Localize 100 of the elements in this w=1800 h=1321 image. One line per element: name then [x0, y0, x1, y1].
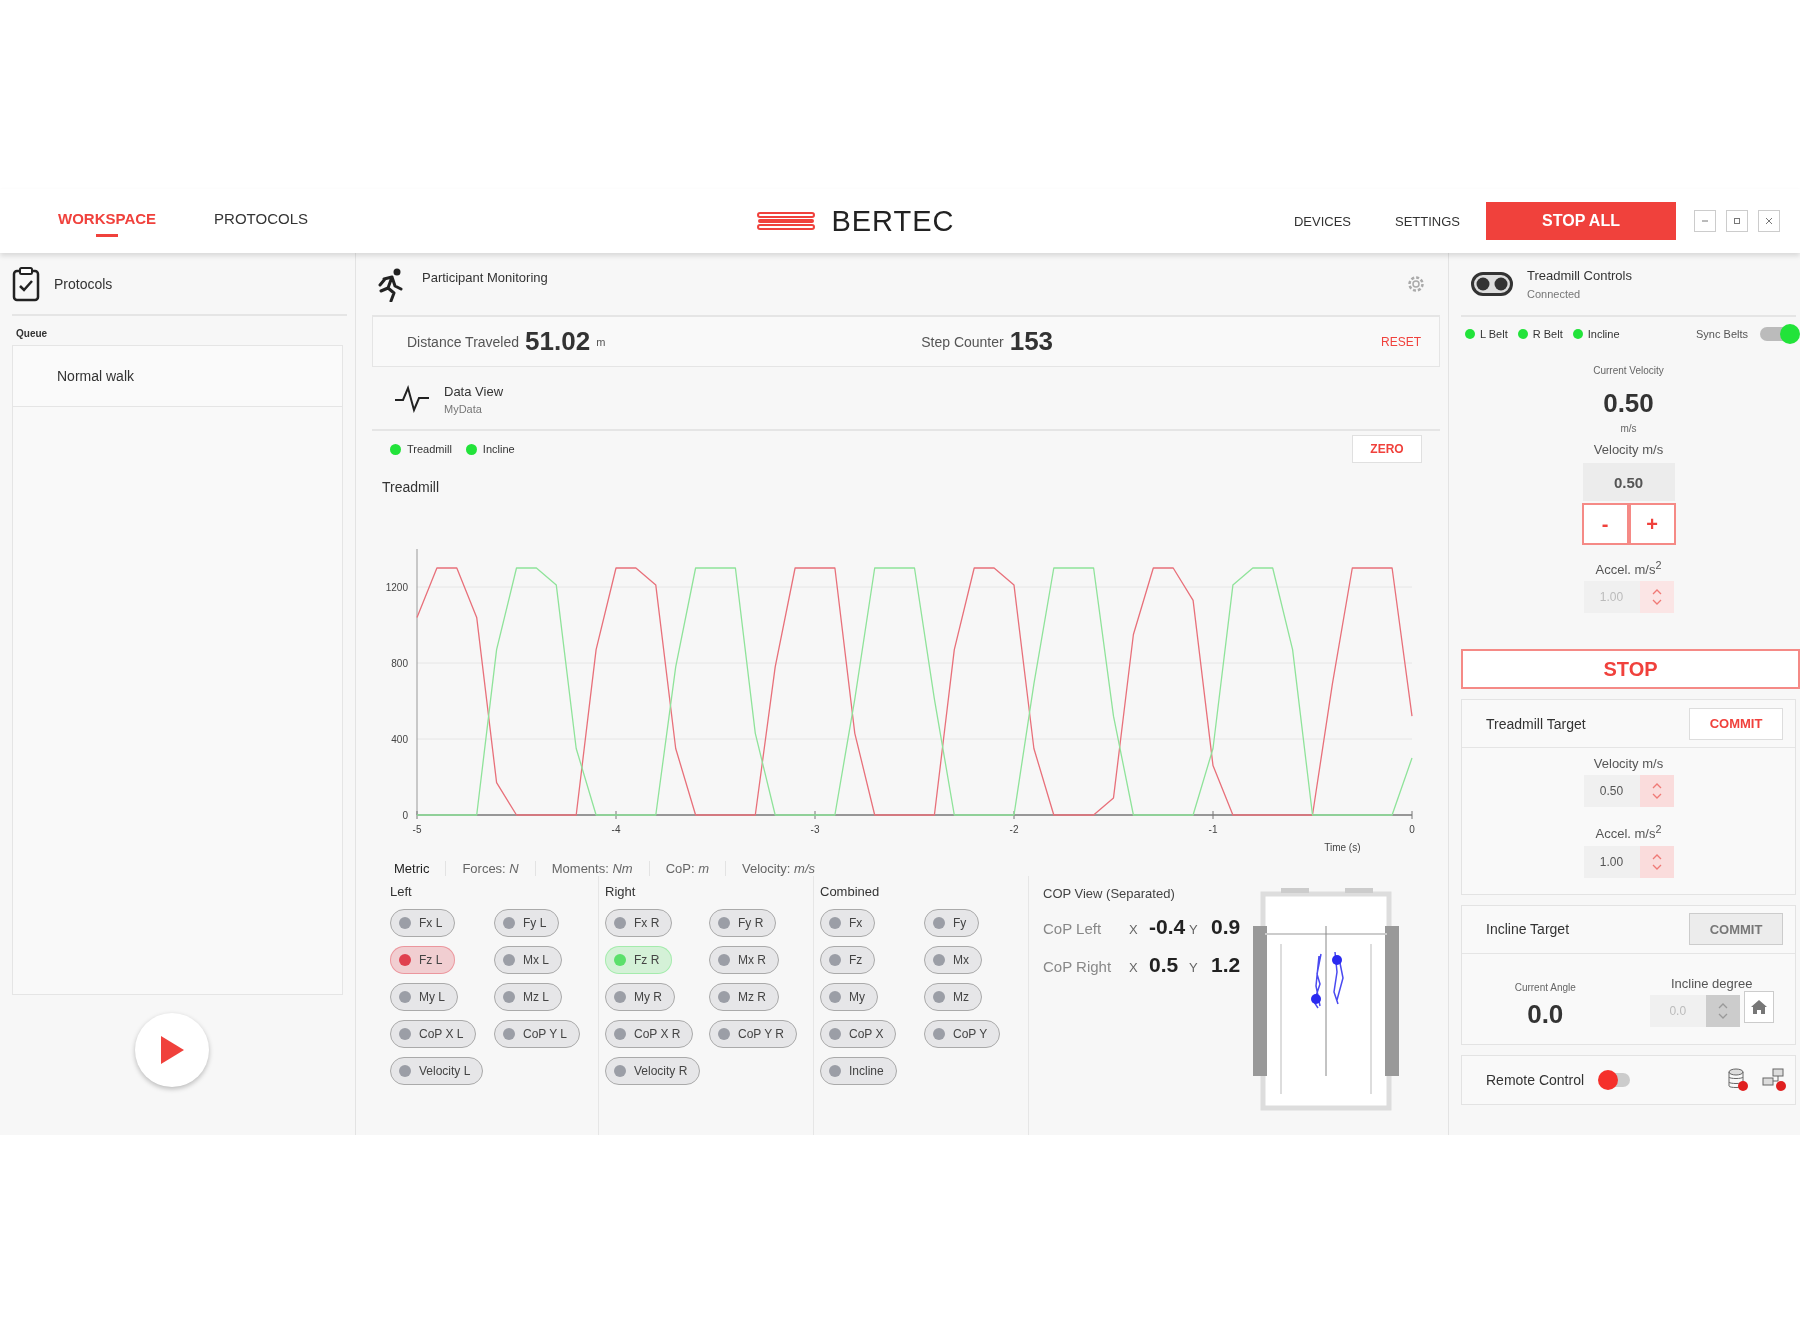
- panel-title: Protocols: [54, 275, 113, 292]
- metric-toggle[interactable]: Fx L: [390, 909, 456, 937]
- status-label: R Belt: [1532, 328, 1563, 340]
- network-icon: [1761, 1067, 1787, 1092]
- axis-label: X: [1129, 960, 1139, 975]
- nav-tab[interactable]: WORKSPACE: [52, 205, 163, 237]
- pulse-icon: [394, 383, 430, 413]
- cop-value: 0.5: [1149, 953, 1180, 977]
- axis-label: Y: [1189, 922, 1199, 937]
- status-label: Treadmill: [407, 443, 452, 455]
- status-label: Incline: [1587, 328, 1620, 340]
- field-label: Incline degree: [1670, 975, 1753, 991]
- step-counter-label: Step Counter: [921, 333, 1004, 350]
- metric-toggle[interactable]: My R: [605, 983, 675, 1011]
- panel-title: Treadmill Controls: [1527, 268, 1632, 283]
- clipboard-check-icon: [12, 265, 40, 302]
- increase-button[interactable]: +: [1628, 503, 1676, 545]
- settings-icon[interactable]: [1406, 274, 1426, 294]
- metric-toggle[interactable]: Fz R: [605, 946, 673, 974]
- panel-title: Participant Monitoring: [422, 270, 548, 285]
- minimize-button[interactable]: [1694, 210, 1716, 232]
- home-button[interactable]: [1743, 990, 1774, 1023]
- x-tick-label: -2: [1009, 824, 1019, 835]
- unit-label: m/s: [1620, 423, 1637, 434]
- velocity-field[interactable]: 0.50: [1582, 463, 1675, 501]
- remote-control-label: Remote Control: [1486, 1071, 1585, 1088]
- x-tick-label: -1: [1208, 824, 1218, 835]
- metric-toggle[interactable]: My L: [390, 983, 458, 1011]
- metric-toggle[interactable]: CoP Y: [924, 1020, 1001, 1048]
- home-icon: [1749, 998, 1768, 1015]
- nav-link[interactable]: DEVICES: [1293, 213, 1351, 229]
- metric-toggle[interactable]: Fy L: [494, 909, 560, 937]
- group-title: Left: [390, 884, 413, 899]
- metric-toggle[interactable]: CoP X: [820, 1020, 897, 1048]
- unit-label: CoP: m: [649, 861, 726, 876]
- unit-label: Velocity: m/s: [741, 861, 816, 876]
- metric-toggle[interactable]: Mz R: [709, 983, 779, 1011]
- close-icon: [1765, 217, 1773, 225]
- y-tick-label: 400: [391, 734, 408, 745]
- current-velocity-label: Current Velocity: [1593, 365, 1664, 376]
- cop-label: CoP Right: [1043, 958, 1113, 975]
- maximize-icon: [1733, 217, 1741, 225]
- decrease-button[interactable]: -: [1581, 503, 1629, 545]
- x-axis-label: Time (s): [1324, 842, 1361, 853]
- close-button[interactable]: [1758, 210, 1780, 232]
- minimize-icon: [1701, 217, 1709, 225]
- panel-subtitle: MyData: [444, 403, 483, 415]
- maximize-button[interactable]: [1726, 210, 1748, 232]
- database-icon: [1727, 1067, 1749, 1092]
- cop-label: CoP Left: [1043, 920, 1103, 937]
- metric-toggle[interactable]: CoP Y R: [709, 1020, 798, 1048]
- unit-label: Forces: N: [446, 861, 536, 876]
- nav-link[interactable]: SETTINGS: [1395, 213, 1460, 229]
- status-label: Incline: [482, 443, 515, 455]
- metric-toggle[interactable]: Fz: [820, 946, 876, 974]
- distance-unit: m: [596, 335, 606, 348]
- x-tick-label: 0: [1409, 824, 1415, 835]
- stop-all-button[interactable]: STOP ALL: [1486, 202, 1676, 240]
- x-tick-label: -5: [412, 824, 422, 835]
- nav-tab[interactable]: PROTOCOLS: [208, 205, 314, 237]
- play-button[interactable]: [134, 1013, 209, 1087]
- metric-toggle[interactable]: CoP X R: [605, 1020, 694, 1048]
- zero-button[interactable]: ZERO: [1352, 435, 1422, 463]
- stop-button[interactable]: STOP: [1461, 649, 1800, 690]
- metric-toggle[interactable]: Velocity R: [605, 1057, 701, 1085]
- reset-button[interactable]: RESET: [1375, 333, 1427, 350]
- y-tick-label: 1200: [385, 582, 408, 593]
- field-label: Accel. m/s$^{2}$: [1595, 823, 1662, 842]
- metric-toggle[interactable]: CoP Y L: [494, 1020, 581, 1048]
- queue-label: Queue: [16, 328, 49, 339]
- metric-toggle[interactable]: Velocity L: [390, 1057, 484, 1085]
- metric-toggle[interactable]: CoP X L: [390, 1020, 477, 1048]
- unit-label: Moments: Nm: [535, 861, 650, 876]
- metric-toggle[interactable]: Mx: [924, 946, 982, 974]
- metric-toggle[interactable]: Fy R: [709, 909, 777, 937]
- metric-toggle[interactable]: Fx: [820, 909, 876, 937]
- metric-toggle[interactable]: Fx R: [605, 909, 673, 937]
- field-label: Velocity m/s: [1593, 756, 1664, 772]
- metric-toggle[interactable]: Fy: [924, 909, 980, 937]
- x-tick-label: -3: [810, 824, 820, 835]
- cop-value: 1.2: [1211, 953, 1242, 977]
- metric-toggle[interactable]: Mz L: [494, 983, 562, 1011]
- sync-belts-label: Sync Belts: [1696, 328, 1748, 340]
- metric-toggle[interactable]: Mx L: [494, 946, 562, 974]
- metric-toggle[interactable]: Mx R: [709, 946, 779, 974]
- cop-title: COP View (Separated): [1043, 886, 1176, 901]
- y-tick-label: 800: [391, 658, 408, 669]
- metric-toggle[interactable]: My: [820, 983, 878, 1011]
- toggle-pill-icon: [1471, 272, 1513, 296]
- metric-toggle[interactable]: Incline: [820, 1057, 897, 1085]
- metric-toggle[interactable]: Mz: [924, 983, 982, 1011]
- distance-value: 51.02: [525, 326, 591, 357]
- current-angle-value: 0.0: [1527, 998, 1564, 1030]
- field-label: Accel. m/s$^{2}$: [1595, 559, 1662, 578]
- cop-value: 0.9: [1211, 915, 1242, 939]
- commit-button[interactable]: COMMIT: [1689, 707, 1783, 740]
- metric-toggle[interactable]: Fz L: [390, 946, 456, 974]
- step-counter-value: 153: [1009, 326, 1054, 357]
- brand-name: BERTEC: [831, 204, 955, 238]
- group-title: Right: [605, 884, 637, 899]
